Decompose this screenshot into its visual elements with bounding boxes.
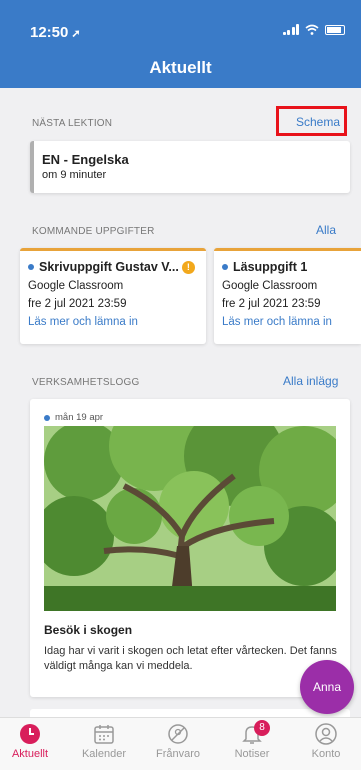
tab-label: Notiser — [234, 748, 270, 760]
status-icons — [282, 24, 345, 35]
user-icon — [315, 723, 337, 745]
next-lesson-card[interactable]: EN - Engelska om 9 minuter — [30, 141, 350, 193]
user-avatar-button[interactable]: Anna — [300, 660, 354, 714]
status-time: 12:50 ➚ — [30, 24, 81, 41]
unread-dot-icon — [44, 414, 50, 421]
upcoming-label: KOMMANDE UPPGIFTER — [32, 226, 155, 237]
notification-badge: 8 — [254, 720, 270, 736]
calendar-icon — [94, 725, 114, 744]
task-due: fre 2 jul 2021 23:59 — [28, 298, 127, 310]
all-posts-link[interactable]: Alla inlägg — [283, 374, 338, 388]
task-card[interactable]: Läsuppgift 1 Google Classroom fre 2 jul … — [214, 248, 361, 344]
next-lesson-label: NÄSTA LEKTION — [32, 118, 113, 129]
battery-icon — [325, 24, 345, 35]
absence-icon — [168, 724, 188, 744]
task-source: Google Classroom — [28, 280, 124, 292]
clock-icon — [20, 724, 40, 744]
activity-log-label: VERKSAMHETSLOGG — [32, 377, 140, 388]
tab-konto[interactable]: Konto — [296, 722, 356, 760]
tab-aktuellt[interactable]: Aktuellt — [0, 722, 60, 760]
highlight-box — [276, 106, 347, 136]
task-due: fre 2 jul 2021 23:59 — [222, 298, 321, 310]
post-image — [44, 426, 336, 611]
task-card[interactable]: Skrivuppgift Gustav V... ! Google Classr… — [20, 248, 206, 344]
task-title: Läsuppgift 1 — [222, 260, 361, 274]
lesson-time: om 9 minuter — [42, 169, 107, 181]
unread-dot-icon — [222, 264, 228, 270]
task-open-link[interactable]: Läs mer och lämna in — [28, 316, 206, 328]
post-text: Idag har vi varit i skogen och letat eft… — [44, 645, 337, 672]
task-source: Google Classroom — [222, 280, 318, 292]
task-open-link[interactable]: Läs mer och lämna in — [222, 316, 361, 328]
tree-photo — [44, 426, 336, 611]
all-tasks-link[interactable]: Alla — [316, 223, 336, 237]
tab-notiser[interactable]: 8 Notiser — [222, 720, 282, 760]
lesson-title: EN - Engelska — [42, 152, 129, 167]
location-arrow-icon: ➚ — [71, 28, 81, 40]
tab-franvaro[interactable]: Frånvaro — [148, 722, 208, 760]
tab-label: Kalender — [81, 748, 127, 760]
page-title: Aktuellt — [149, 58, 212, 77]
post-title: Besök i skogen — [44, 623, 133, 637]
tab-label: Aktuellt — [11, 748, 49, 760]
wifi-icon — [305, 24, 319, 35]
app-header: 12:50 ➚ Aktuellt — [0, 0, 361, 88]
warning-icon: ! — [181, 260, 195, 274]
tab-kalender[interactable]: Kalender — [74, 722, 134, 760]
tab-bar: Aktuellt Kalender Frånvaro 8 Notiser Kon… — [0, 717, 361, 770]
tab-label: Frånvaro — [155, 748, 201, 760]
post-date: mån 19 apr — [44, 412, 103, 423]
task-title: Skrivuppgift Gustav V... ! — [28, 260, 206, 274]
unread-dot-icon — [28, 264, 34, 270]
activity-post-card[interactable]: mån 19 apr Besök i skogen Idag har vi va… — [30, 399, 350, 697]
signal-icon — [282, 24, 299, 35]
tab-label: Konto — [311, 748, 341, 760]
